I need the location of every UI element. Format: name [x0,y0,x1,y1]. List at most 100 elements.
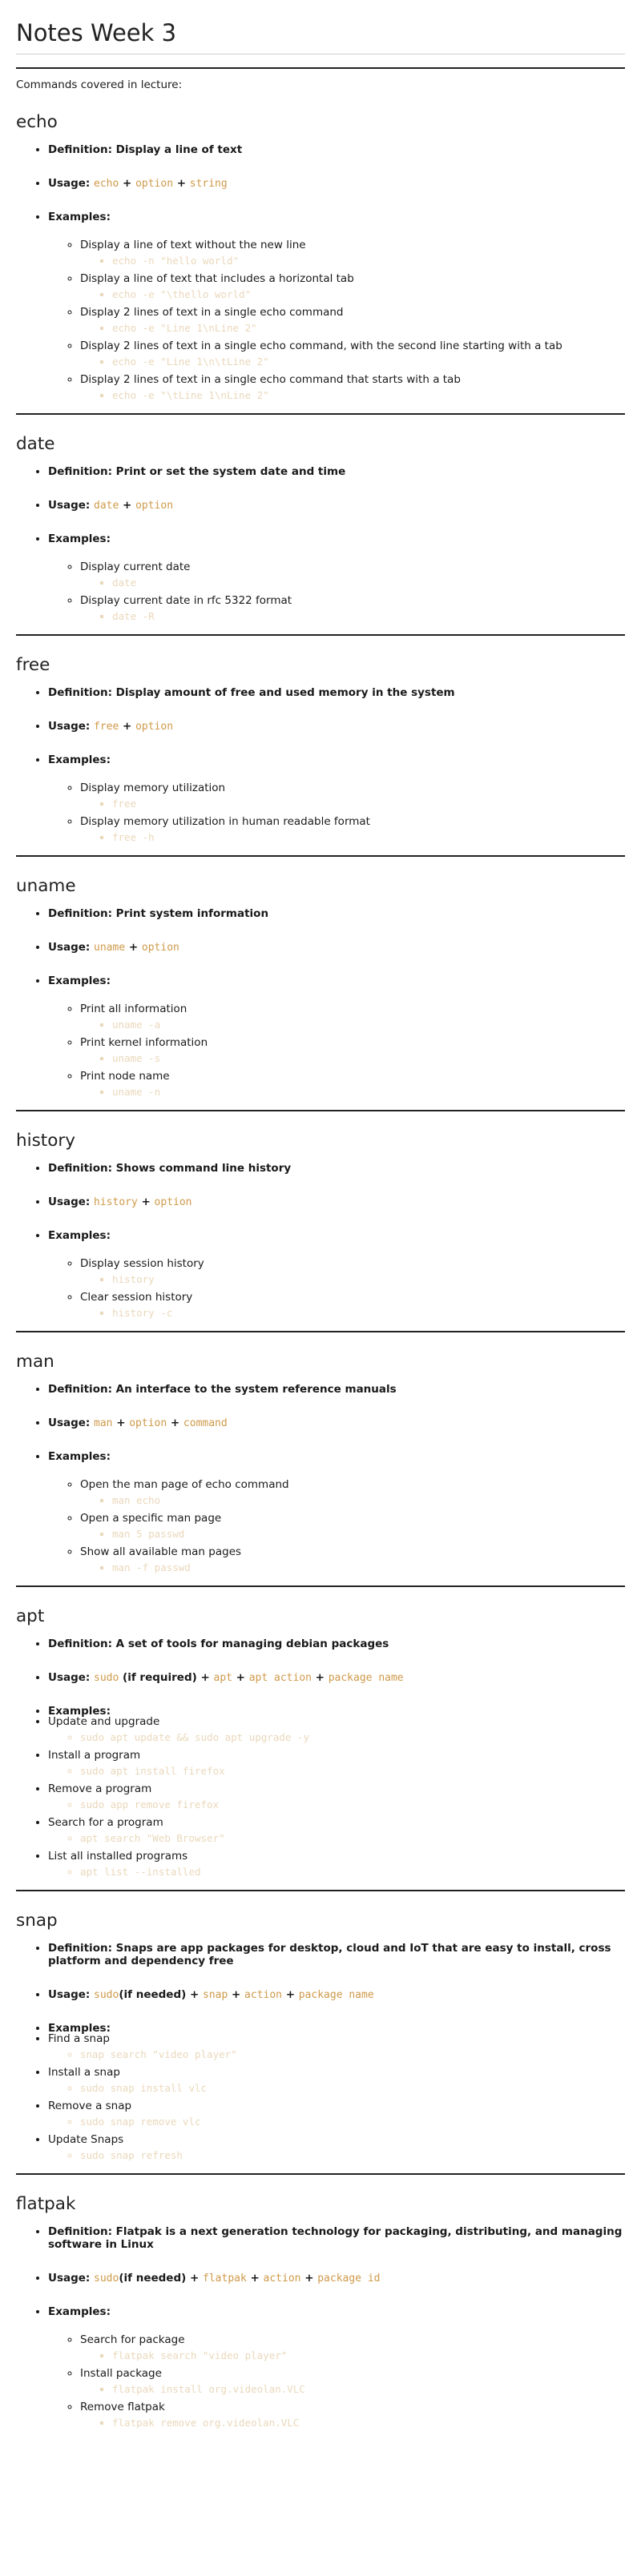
example-description: Update and upgrade [48,1715,160,1728]
example-command-list: echo -e "\thello world" [80,287,625,303]
examples-item: Examples: Open the man page of echo comma… [48,1450,625,1576]
example-command-list: man -f passwd [80,1560,625,1576]
example-description: Display session history [80,1257,204,1270]
example-command-item: sudo snap install vlc [80,2080,625,2096]
example-command-item: echo -e "\tLine 1\nLine 2" [112,388,625,404]
example-command: echo -e "Line 1\n\tLine 2" [112,356,269,368]
example-command: apt search "Web Browser" [80,1832,225,1844]
example-command-list: uname -a [80,1017,625,1033]
example-command: echo -n "hello world" [112,255,240,267]
usage-code: string [189,178,228,190]
example-description: Clear session history [80,1291,193,1304]
section-heading: uname [16,876,76,896]
example-command: sudo snap install vlc [80,2082,208,2094]
example-command-list: man echo [80,1493,625,1509]
usage-code: option [135,500,174,512]
usage-label: Usage: [48,177,95,190]
usage-code: action [263,2273,301,2285]
example-description: Install a program [48,1749,141,1762]
definition-label: Definition: [48,907,116,920]
example-command-list: sudo snap install vlc [48,2080,625,2096]
example-command-list: sudo snap refresh [48,2148,625,2164]
definition-label: Definition: [48,465,116,478]
command-sections: echo Definition: Display a line of text Us… [16,112,625,2431]
example-item: Display 2 lines of text in a single echo… [80,305,625,336]
example-command-item: echo -e "Line 1\n\tLine 2" [112,354,625,370]
usage-text: (if required) + [119,1671,214,1684]
example-item: Remove a program sudo app remove firefox [48,1782,625,1813]
examples-label: Examples: [48,211,111,223]
example-command: uname -a [112,1019,161,1031]
example-command: free -h [112,831,155,843]
example-item: Print kernel information uname -s [80,1035,625,1067]
usage-label: Usage: [48,499,95,512]
usage-item: Usage: sudo(if needed) + flatpak + actio… [48,2272,625,2285]
usage-label: Usage: [48,1417,95,1429]
examples-label: Examples: [48,975,111,987]
usage-label: Usage: [48,1671,95,1684]
example-command-list: flatpak search "video player" [80,2348,625,2364]
usage-item: Usage: echo + option + string [48,177,625,190]
usage-text: + [125,941,142,954]
example-description: Display current date in rfc 5322 format [80,594,292,607]
example-command-item: uname -s [112,1051,625,1067]
example-item: Display a line of text without the new l… [80,238,625,269]
section-heading: free [16,655,50,675]
examples-label: Examples: [48,754,111,766]
example-command-list: apt list --installed [48,1864,625,1880]
example-item: Search for a program apt search "Web Brow… [48,1815,625,1847]
example-item: Open a specific man page man 5 passwd [80,1511,625,1542]
example-item: Display memory utilization in human read… [80,814,625,846]
example-description: Display current date [80,561,191,573]
definition-item: Definition: Print system information [48,907,625,920]
usage-text: + [119,499,136,512]
usage-text: + [112,1417,130,1429]
example-item: Search for package flatpak search "video … [80,2333,625,2364]
example-command-list: uname -s [80,1051,625,1067]
usage-text: + [167,1417,183,1429]
definition-item: Definition: Shows command line history [48,1162,625,1175]
section-divider [16,2173,625,2175]
example-command: apt list --installed [80,1866,201,1878]
example-command-item: sudo snap refresh [80,2148,625,2164]
example-description: Print node name [80,1070,170,1083]
example-item: Install a snap sudo snap install vlc [48,2065,625,2096]
example-command: uname -s [112,1052,161,1064]
example-command: history -c [112,1307,173,1319]
example-item: Display 2 lines of text in a single echo… [80,372,625,404]
example-command-list: echo -e "\tLine 1\nLine 2" [80,388,625,404]
examples-list: Display memory utilizationfreeDisplay me… [48,781,625,846]
section-heading: snap [16,1911,58,1931]
example-command: echo -e "Line 1\nLine 2" [112,322,257,334]
example-command: sudo apt update && sudo apt upgrade -y [80,1731,309,1743]
example-item: Display memory utilization free [80,781,625,812]
section-man: man Definition: An interface to the syste… [16,1352,625,1576]
section-history: historyDefinition: Shows command line hi… [16,1131,625,1321]
example-command-list: sudo snap remove vlc [48,2114,625,2130]
usage-label: Usage: [48,2272,95,2285]
section-date: date Definition: Print or set the system … [16,434,625,625]
example-command-item: apt list --installed [80,1864,625,1880]
examples-label: Examples: [48,532,111,545]
example-command-item: sudo app remove firefox [80,1797,625,1813]
usage-code: option [154,1196,192,1208]
example-command-list: history -c [80,1305,625,1321]
usage-code: echo [94,178,119,190]
usage-text: + [311,1671,329,1684]
example-description: Display 2 lines of text in a single echo… [80,306,344,319]
example-command-item: man -f passwd [112,1560,625,1576]
example-item: Display 2 lines of text in a single echo… [80,339,625,370]
usage-code: action [244,1989,283,2001]
usage-code: option [129,1417,167,1429]
usage-code: sudo [94,2273,119,2285]
section-heading: date [16,434,55,454]
usage-code: package id [317,2273,381,2285]
example-command-item: history -c [112,1305,625,1321]
example-command-item: snap search "video player" [80,2047,625,2063]
example-description: Display 2 lines of text in a single echo… [80,340,562,352]
example-item: Install a program sudo apt install firefo… [48,1748,625,1779]
definition-text: Print or set the system date and time [115,465,346,478]
examples-item: Examples:Print all informationuname -aPr… [48,975,625,1100]
example-description: Display memory utilization [80,782,226,794]
example-command-item: free -h [112,830,625,846]
